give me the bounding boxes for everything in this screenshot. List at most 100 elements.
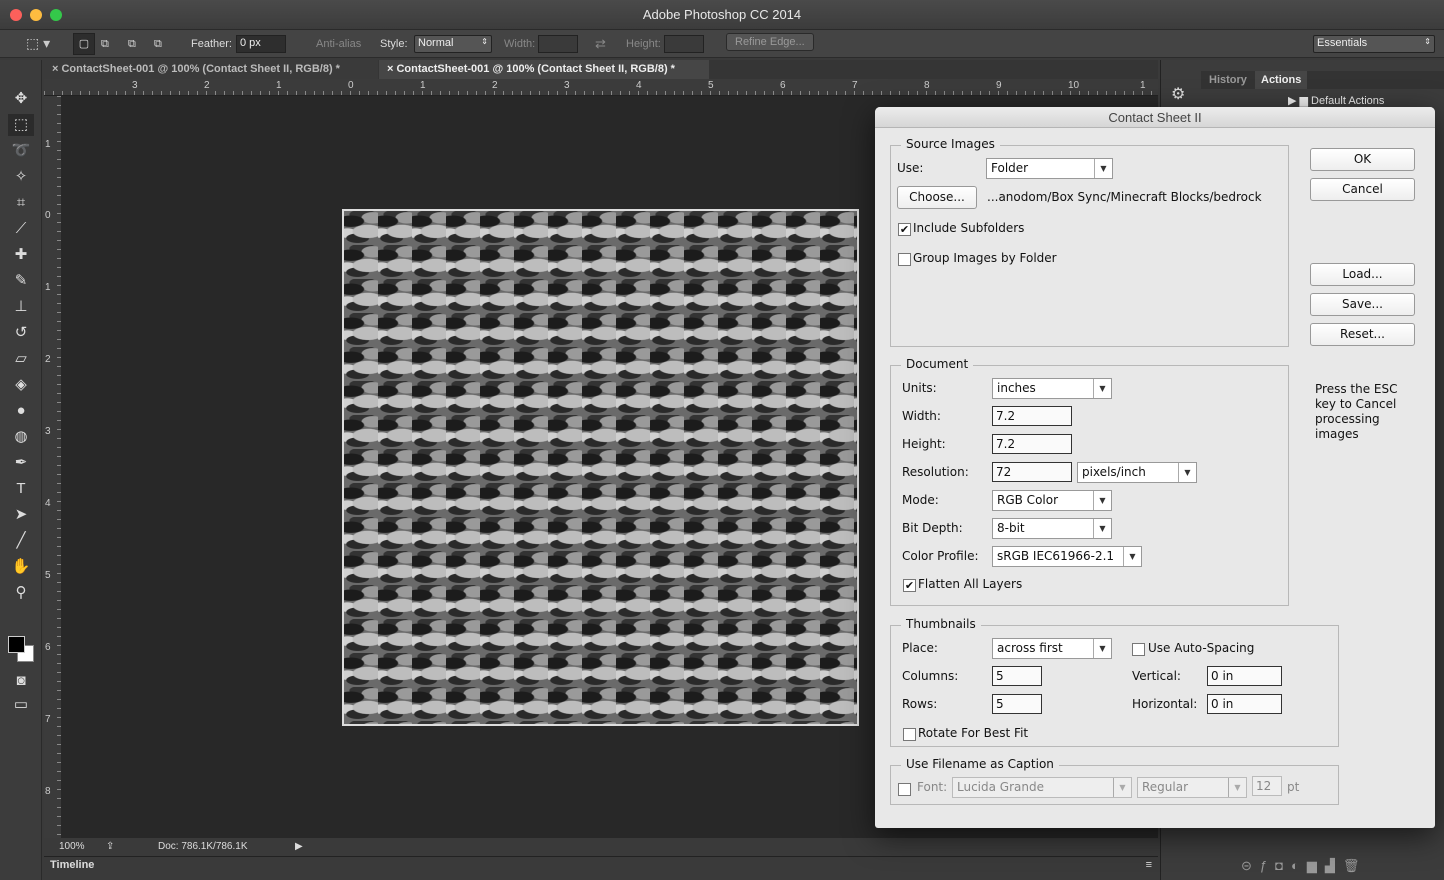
workspace-select[interactable]: Essentials ⇕ <box>1313 35 1435 53</box>
tab-document-1[interactable]: × ContactSheet-001 @ 100% (Contact Sheet… <box>44 60 378 79</box>
columns-label: Columns: <box>902 669 959 683</box>
history-brush-icon[interactable]: ↺ <box>8 322 34 344</box>
panel-menu-icon[interactable]: ≡ <box>1146 859 1152 871</box>
pen-icon[interactable]: ✒ <box>8 452 34 474</box>
refine-edge-button[interactable]: Refine Edge... <box>726 33 814 51</box>
eyedropper-icon[interactable]: ⟋ <box>8 218 34 240</box>
crop-icon[interactable]: ⌗ <box>8 192 34 214</box>
cancel-button[interactable]: Cancel <box>1310 178 1415 201</box>
ruler-tick-label: 3 <box>564 80 570 91</box>
lasso-icon[interactable]: ➰ <box>8 140 34 162</box>
style-label: Style: <box>380 38 408 50</box>
layers-panel-buttons[interactable]: ⊝ƒ◘◐▆▟🗑 <box>1241 858 1367 874</box>
include-subfolders-checkbox[interactable]: ✔ <box>898 223 911 236</box>
reset-button[interactable]: Reset... <box>1310 323 1415 346</box>
font-select[interactable]: Lucida Grande ▼ <box>952 777 1132 798</box>
stamp-icon[interactable]: ⊥ <box>8 296 34 318</box>
paint-bucket-icon[interactable]: ◈ <box>8 374 34 396</box>
panel-icon[interactable]: ⚙ <box>1171 84 1185 104</box>
document-group: Document Units: inches ▼ Width: 7.2 Heigh… <box>890 357 1289 606</box>
document-canvas[interactable] <box>342 209 859 726</box>
foreground-color-swatch[interactable] <box>8 636 25 653</box>
tab-label: ContactSheet-001 @ 100% (Contact Sheet I… <box>396 63 675 75</box>
choose-button[interactable]: Choose... <box>897 186 977 209</box>
resolution-input[interactable]: 72 <box>992 462 1072 482</box>
group-by-folder-checkbox[interactable] <box>898 253 911 266</box>
style-select[interactable]: Normal ⇕ <box>414 35 492 53</box>
feather-input[interactable]: 0 px <box>236 35 286 53</box>
rows-label: Rows: <box>902 697 938 711</box>
marquee-preset-icon[interactable]: ⬚ ▾ <box>26 35 50 51</box>
ruler-tick-label: 6 <box>780 80 786 91</box>
screen-mode-icon[interactable]: ▭ <box>8 694 34 716</box>
app-title: Adobe Photoshop CC 2014 <box>642 7 802 22</box>
height-label: Height: <box>902 437 946 451</box>
tab-history[interactable]: History <box>1203 72 1253 88</box>
ok-button[interactable]: OK <box>1310 148 1415 171</box>
tools-panel: ✥ ⬚ ➰ ✧ ⌗ ⟋ ✚ ✎ ⊥ ↺ ▱ ◈ ● ◍ ✒ T ➤ ╱ ✋ ⚲ ◙ ▭ <box>0 60 42 880</box>
tab-document-2[interactable]: × ContactSheet-001 @ 100% (Contact Sheet… <box>379 60 709 79</box>
group-legend: Use Filename as Caption <box>901 757 1059 771</box>
place-select[interactable]: across first ▼ <box>992 638 1112 659</box>
ruler-tick-label: 3 <box>132 80 138 91</box>
type-icon[interactable]: T <box>8 478 34 500</box>
font-value: Lucida Grande <box>957 780 1044 794</box>
brush-icon[interactable]: ✎ <box>8 270 34 292</box>
intersect-selection-button[interactable]: ⧉ <box>154 36 162 52</box>
tab-actions[interactable]: Actions <box>1255 71 1308 89</box>
bit-depth-select[interactable]: 8-bit ▼ <box>992 518 1112 539</box>
new-selection-button[interactable]: ▢ <box>73 33 95 55</box>
rows-input[interactable]: 5 <box>992 694 1042 714</box>
font-style-select[interactable]: Regular ▼ <box>1137 777 1247 798</box>
width-input[interactable]: 7.2 <box>992 406 1072 426</box>
mode-select[interactable]: RGB Color ▼ <box>992 490 1112 511</box>
save-button[interactable]: Save... <box>1310 293 1415 316</box>
line-icon[interactable]: ╱ <box>8 530 34 552</box>
include-subfolders-label: Include Subfolders <box>913 221 1025 235</box>
move-icon[interactable]: ✥ <box>8 88 34 110</box>
quick-mask-icon[interactable]: ◙ <box>8 670 34 692</box>
columns-input[interactable]: 5 <box>992 666 1042 686</box>
magic-wand-icon[interactable]: ✧ <box>8 166 34 188</box>
tab-label: ContactSheet-001 @ 100% (Contact Sheet I… <box>61 63 340 75</box>
horizontal-input[interactable]: 0 in <box>1207 694 1282 714</box>
ruler-tick-label: 1 <box>45 139 51 150</box>
path-selection-icon[interactable]: ➤ <box>8 504 34 526</box>
font-size-input[interactable]: 12 <box>1252 776 1282 796</box>
ruler-tick-label: 5 <box>708 80 714 91</box>
use-select[interactable]: Folder ▼ <box>986 158 1113 179</box>
zoom-icon[interactable]: ⚲ <box>8 582 34 604</box>
healing-brush-icon[interactable]: ✚ <box>8 244 34 266</box>
flatten-layers-checkbox[interactable]: ✔ <box>903 579 916 592</box>
ruler-tick-label: 6 <box>45 642 51 653</box>
actions-item-default[interactable]: ▶ ▆ Default Actions <box>1288 94 1384 107</box>
auto-spacing-checkbox[interactable] <box>1132 643 1145 656</box>
color-profile-value: sRGB IEC61966-2.1 <box>997 549 1115 563</box>
height-input[interactable]: 7.2 <box>992 434 1072 454</box>
add-selection-button[interactable]: ⧉ <box>101 36 109 52</box>
caption-checkbox[interactable] <box>898 783 911 796</box>
width-label: Width: <box>902 409 941 423</box>
color-profile-select[interactable]: sRGB IEC61966-2.1 ▼ <box>992 546 1142 567</box>
zoom-level[interactable]: 100% <box>59 838 85 856</box>
dodge-icon[interactable]: ◍ <box>8 426 34 448</box>
eraser-icon[interactable]: ▱ <box>8 348 34 370</box>
status-menu-arrow-icon[interactable]: ▶ <box>295 838 303 856</box>
vertical-input[interactable]: 0 in <box>1207 666 1282 686</box>
rotate-checkbox[interactable] <box>903 728 916 741</box>
swap-icon[interactable]: ⇄ <box>595 36 606 52</box>
load-button[interactable]: Load... <box>1310 263 1415 286</box>
ruler-tick-label: 8 <box>924 80 930 91</box>
units-select[interactable]: inches ▼ <box>992 378 1112 399</box>
blur-icon[interactable]: ● <box>8 400 34 422</box>
subtract-selection-button[interactable]: ⧉ <box>128 36 136 52</box>
marquee-icon[interactable]: ⬚ <box>8 114 34 136</box>
ruler-tick-label: 7 <box>852 80 858 91</box>
resolution-unit-select[interactable]: pixels/inch ▼ <box>1077 462 1197 483</box>
height-input[interactable] <box>664 35 704 53</box>
flatten-layers-label: Flatten All Layers <box>918 577 1023 591</box>
export-icon[interactable]: ⇪ <box>106 838 114 856</box>
hand-icon[interactable]: ✋ <box>8 556 34 578</box>
timeline-tab[interactable]: Timeline <box>50 859 94 871</box>
width-input[interactable] <box>538 35 578 53</box>
